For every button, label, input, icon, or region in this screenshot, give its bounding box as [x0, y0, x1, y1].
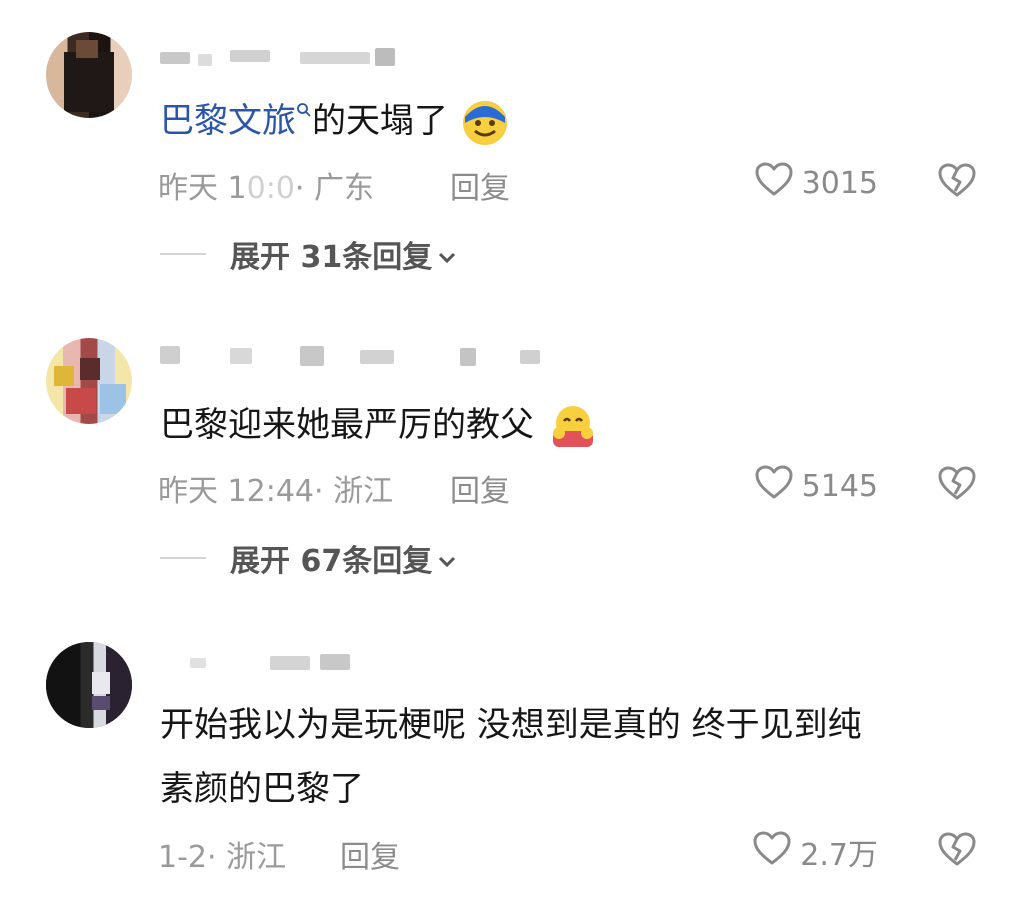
comment-meta: 昨天 12:44· 浙江	[158, 466, 393, 510]
like-count: 2.7万	[800, 838, 878, 873]
crying-laughing-emoji	[462, 100, 507, 145]
reply-button[interactable]: 回复	[340, 832, 400, 876]
chevron-down-icon	[438, 237, 456, 272]
timestamp-blurred: 0:0	[246, 171, 295, 206]
like-button[interactable]: 3015	[754, 161, 878, 205]
username-blurred[interactable]	[160, 650, 420, 676]
broken-heart-icon	[936, 832, 978, 872]
expand-label: 展开 31条回复	[230, 240, 433, 275]
dislike-button[interactable]	[936, 830, 978, 872]
reply-button[interactable]: 回复	[450, 466, 510, 510]
location: · 浙江	[207, 840, 287, 875]
comment-text-body: 巴黎迎来她最严厉的教父	[160, 405, 534, 445]
topic-link[interactable]: 巴黎文旅	[160, 101, 296, 141]
reply-button[interactable]: 回复	[450, 163, 510, 207]
dislike-button[interactable]	[936, 464, 978, 506]
comment-meta: 1-2· 浙江	[158, 832, 286, 876]
dislike-button[interactable]	[936, 161, 978, 203]
like-button[interactable]: 5145	[754, 464, 878, 508]
comment-text-rest: 的天塌了	[312, 101, 448, 141]
broken-heart-icon	[936, 163, 978, 203]
timestamp: 昨天 1	[158, 171, 247, 206]
expand-replies-button[interactable]: 展开 31条回复	[160, 232, 456, 276]
username-blurred[interactable]	[160, 44, 420, 70]
timestamp: 1-2	[158, 840, 207, 875]
divider-line	[160, 557, 206, 559]
broken-heart-icon	[936, 466, 978, 506]
heart-outline-icon	[754, 464, 802, 508]
like-count: 3015	[801, 165, 878, 201]
search-mini-icon	[296, 101, 312, 141]
location: · 浙江	[314, 474, 394, 509]
heart-outline-icon	[752, 830, 800, 874]
avatar[interactable]	[46, 32, 132, 118]
comment-text-line2: 素颜的巴黎了	[160, 769, 364, 809]
heart-outline-icon	[754, 161, 802, 205]
avatar[interactable]	[46, 642, 132, 728]
expand-label: 展开 67条回复	[230, 544, 433, 579]
divider-line	[160, 253, 206, 255]
avatar[interactable]	[46, 338, 132, 424]
hugging-face-emoji	[549, 405, 593, 449]
comment-text: 巴黎文旅 的天塌了	[160, 96, 507, 146]
comment-meta: 昨天 10:0· 广东	[158, 163, 374, 207]
timestamp: 昨天 12:44	[158, 474, 314, 509]
expand-replies-button[interactable]: 展开 67条回复	[160, 536, 456, 580]
like-count: 5145	[801, 468, 878, 504]
comment-text: 巴黎迎来她最严厉的教父	[160, 400, 593, 450]
chevron-down-icon	[438, 541, 456, 576]
location: · 广东	[294, 171, 374, 206]
comment-text-line1: 开始我以为是玩梗呢 没想到是真的 终于见到纯	[160, 705, 862, 745]
username-blurred[interactable]	[160, 342, 540, 368]
like-button[interactable]: 2.7万	[752, 830, 878, 874]
